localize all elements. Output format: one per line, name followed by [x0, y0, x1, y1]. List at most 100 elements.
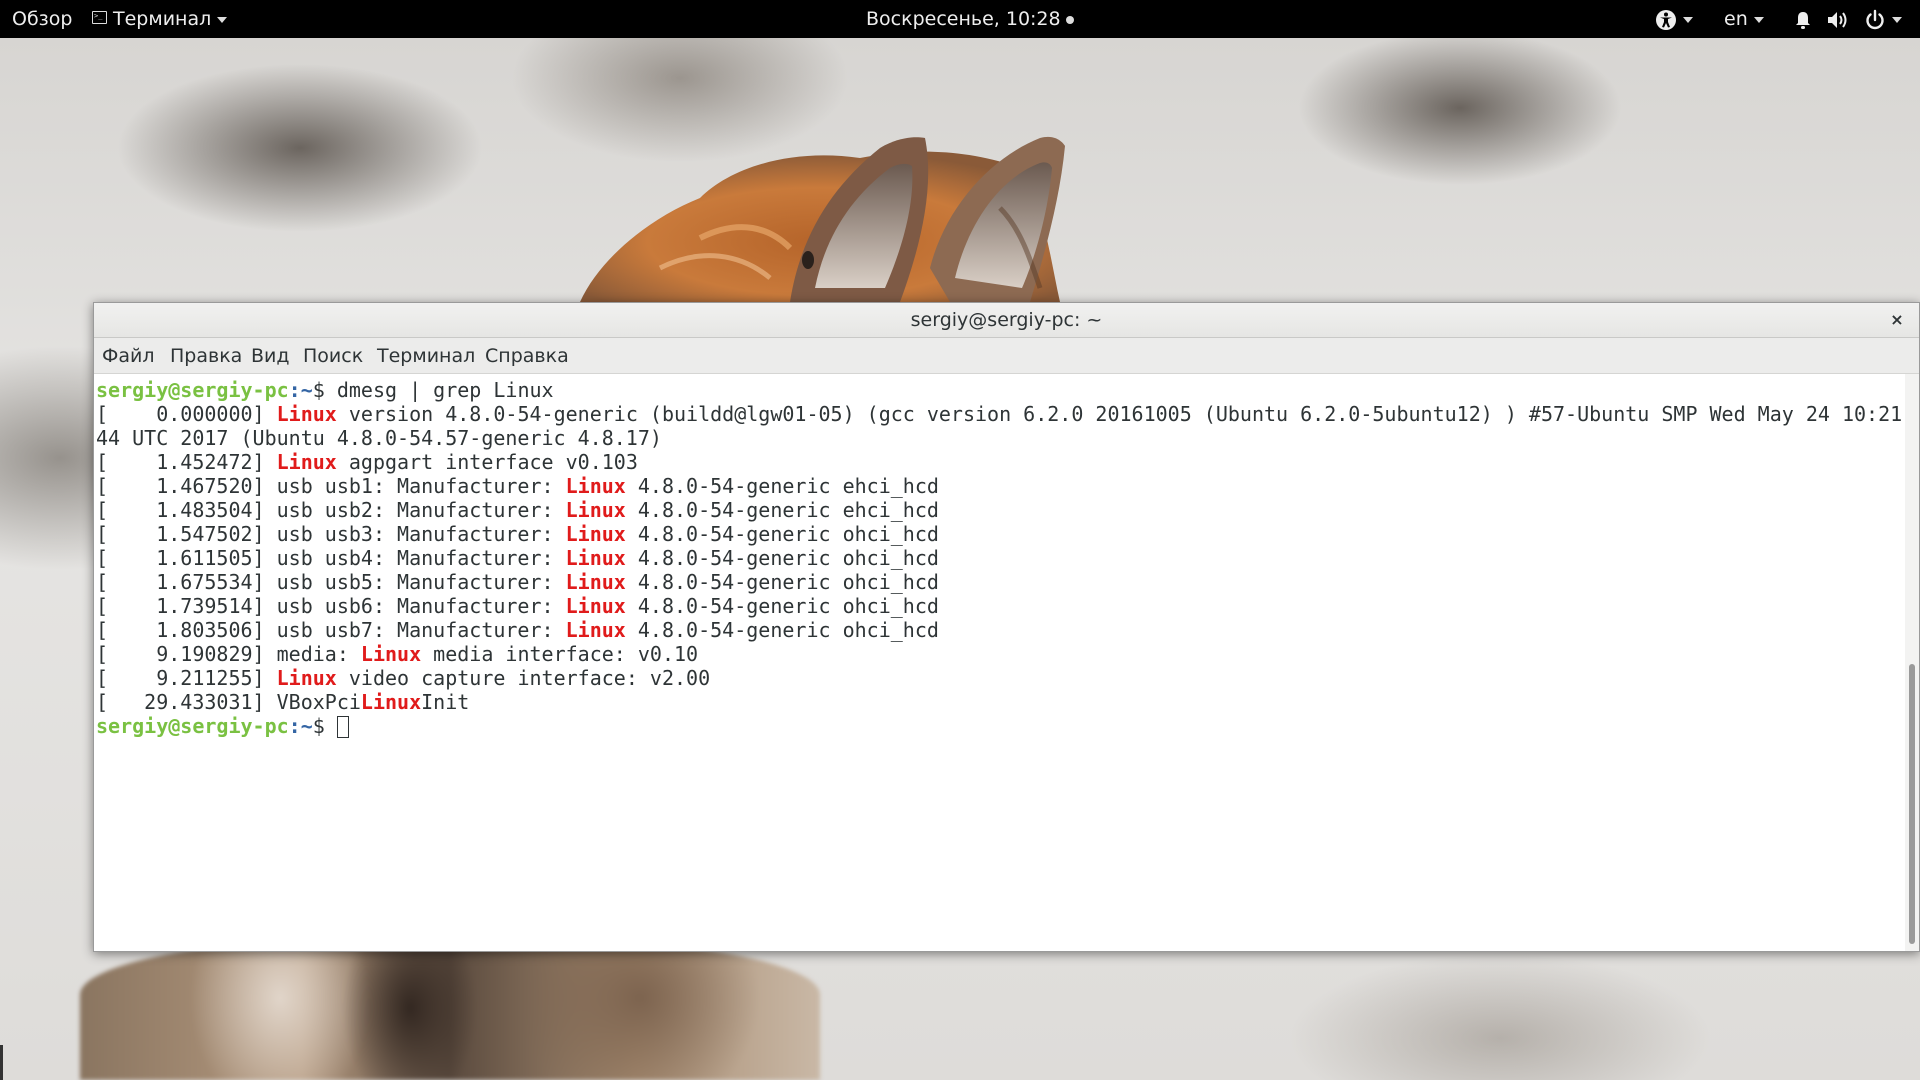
output-text: 4.8.0-54-generic ohci_hcd [625, 618, 939, 642]
grep-match: Linux [276, 666, 337, 690]
clock-button[interactable]: Воскресенье, 10:28 [866, 0, 1074, 38]
terminal-text: sergiy@sergiy-pc:~$ dmesg | grep Linux[ … [96, 378, 1906, 738]
output-text: 4.8.0-54-generic ohci_hcd [625, 546, 939, 570]
chevron-down-icon [1892, 16, 1902, 23]
menu-edit[interactable]: Правка [170, 338, 242, 374]
menu-bar: Файл Правка Вид Поиск Терминал Справка [94, 338, 1919, 374]
output-text: [ 1.483504] usb usb2: Manufacturer: [96, 498, 566, 522]
accessibility-menu[interactable] [1655, 0, 1693, 38]
output-text: [ 1.452472] [96, 450, 277, 474]
output-text: [ 0.000000] [96, 402, 277, 426]
prompt-symbol: $ [312, 714, 337, 738]
prompt-path: :~ [288, 714, 313, 738]
output-line: [ 1.803506] usb usb7: Manufacturer: Linu… [96, 618, 1906, 642]
output-text: 4.8.0-54-generic ohci_hcd [625, 594, 939, 618]
app-menu-button[interactable]: >_ Терминал [92, 0, 228, 38]
chevron-down-icon [1683, 16, 1693, 23]
volume-icon [1828, 11, 1847, 28]
output-text: [ 1.547502] usb usb3: Manufacturer: [96, 522, 566, 546]
output-text: [ 1.467520] usb usb1: Manufacturer: [96, 474, 566, 498]
prompt-user: sergiy@sergiy-pc [96, 378, 289, 402]
output-text: 4.8.0-54-generic ohci_hcd [625, 522, 939, 546]
output-line: [ 1.467520] usb usb1: Manufacturer: Linu… [96, 474, 1906, 498]
grep-match: Linux [360, 642, 422, 666]
terminal-app-icon: >_ [92, 11, 107, 24]
output-line: 44 UTC 2017 (Ubuntu 4.8.0-54.57-generic … [96, 426, 1906, 450]
command-text: dmesg | grep Linux [336, 378, 554, 402]
clock-label: Воскресенье, 10:28 [866, 8, 1061, 30]
notification-dot-icon [1065, 15, 1074, 24]
output-text: media interface: v0.10 [421, 642, 699, 666]
output-text: 44 UTC 2017 (Ubuntu 4.8.0-54.57-generic … [96, 426, 662, 450]
menu-view[interactable]: Вид [251, 338, 290, 374]
grep-match: Linux [565, 498, 626, 522]
chevron-down-icon [1753, 16, 1764, 23]
output-text: Init [421, 690, 470, 714]
menu-search[interactable]: Поиск [303, 338, 363, 374]
text-cursor [336, 716, 349, 738]
menu-help[interactable]: Справка [485, 338, 569, 374]
output-text: 4.8.0-54-generic ehci_hcd [625, 498, 939, 522]
fox-wallpaper-image [580, 136, 1065, 302]
language-menu[interactable]: en [1724, 0, 1764, 38]
output-line: [ 9.211255] Linux video capture interfac… [96, 666, 1906, 690]
output-line: [ 29.433031] VBoxPciLinuxInit [96, 690, 1906, 714]
output-text: [ 29.433031] VBoxPci [96, 690, 361, 714]
close-button[interactable]: × [1885, 303, 1909, 337]
chevron-down-icon [217, 16, 228, 23]
output-line: [ 0.000000] Linux version 4.8.0-54-gener… [96, 402, 1906, 426]
volume-status[interactable] [1826, 0, 1850, 38]
output-text: [ 9.211255] [96, 666, 277, 690]
close-icon: × [1890, 310, 1904, 329]
menu-file[interactable]: Файл [102, 338, 155, 374]
output-line: [ 1.675534] usb usb5: Manufacturer: Linu… [96, 570, 1906, 594]
grep-match: Linux [276, 402, 337, 426]
window-title: sergiy@sergiy-pc: ~ [910, 309, 1103, 331]
current-prompt-line: sergiy@sergiy-pc:~$ [96, 714, 1906, 738]
terminal-window: sergiy@sergiy-pc: ~ × Файл Правка Вид По… [93, 302, 1920, 952]
output-text: [ 9.190829] media: [96, 642, 361, 666]
output-lines: [ 0.000000] Linux version 4.8.0-54-gener… [96, 402, 1906, 714]
accessibility-icon [1656, 9, 1676, 30]
scrollbar[interactable] [1905, 374, 1919, 951]
output-line: [ 9.190829] media: Linux media interface… [96, 642, 1906, 666]
output-line: [ 1.483504] usb usb2: Manufacturer: Linu… [96, 498, 1906, 522]
output-text: [ 1.611505] usb usb4: Manufacturer: [96, 546, 566, 570]
notifications-icon [1796, 11, 1810, 29]
scrollbar-thumb[interactable] [1909, 664, 1915, 944]
output-text: version 4.8.0-54-generic (buildd@lgw01-0… [336, 402, 1906, 426]
grep-match: Linux [565, 618, 626, 642]
activities-button[interactable]: Обзор [12, 0, 72, 38]
desktop-edge [0, 1045, 3, 1080]
grep-match: Linux [565, 594, 626, 618]
output-line: [ 1.611505] usb usb4: Manufacturer: Linu… [96, 546, 1906, 570]
command-line: sergiy@sergiy-pc:~$ dmesg | grep Linux [96, 378, 1906, 402]
output-line: [ 1.547502] usb usb3: Manufacturer: Linu… [96, 522, 1906, 546]
output-text: 4.8.0-54-generic ohci_hcd [625, 570, 939, 594]
output-line: [ 1.452472] Linux agpgart interface v0.1… [96, 450, 1906, 474]
activities-label: Обзор [12, 8, 73, 30]
app-menu-label: Терминал [113, 8, 212, 30]
window-titlebar[interactable]: sergiy@sergiy-pc: ~ × [94, 303, 1919, 338]
output-text: video capture interface: v2.00 [336, 666, 711, 690]
grep-match: Linux [565, 570, 626, 594]
notifications-status[interactable] [1794, 0, 1812, 38]
output-line: [ 1.739514] usb usb6: Manufacturer: Linu… [96, 594, 1906, 618]
prompt-path: :~ [288, 378, 313, 402]
prompt-symbol: $ [312, 378, 337, 402]
prompt-user: sergiy@sergiy-pc [96, 714, 289, 738]
grep-match: Linux [565, 474, 626, 498]
output-text: [ 1.803506] usb usb7: Manufacturer: [96, 618, 566, 642]
language-label: en [1724, 8, 1748, 30]
system-menu[interactable] [1864, 0, 1902, 38]
top-bar: Обзор >_ Терминал Воскресенье, 10:28 en [0, 0, 1920, 38]
output-text: agpgart interface v0.103 [336, 450, 638, 474]
terminal-output-area[interactable]: sergiy@sergiy-pc:~$ dmesg | grep Linux[ … [94, 374, 1906, 951]
grep-match: Linux [276, 450, 337, 474]
grep-match: Linux [565, 522, 626, 546]
menu-terminal[interactable]: Терминал [377, 338, 475, 374]
power-icon [1866, 9, 1884, 29]
grep-match: Linux [360, 690, 422, 714]
output-text: [ 1.675534] usb usb5: Manufacturer: [96, 570, 566, 594]
output-text: 4.8.0-54-generic ehci_hcd [625, 474, 939, 498]
